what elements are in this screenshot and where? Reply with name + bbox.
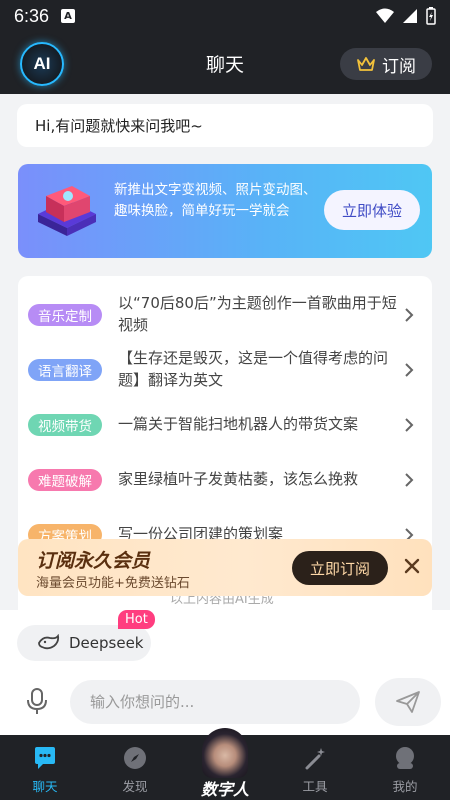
message-input[interactable] (70, 680, 360, 724)
prompt-text: 【生存还是毁灭，这是一个值得考虑的问题】翻译为英文 (118, 349, 389, 389)
wifi-icon (376, 8, 394, 23)
list-item[interactable]: 难题破解 家里绿植叶子发黄枯萎，该怎么挽救 (18, 453, 432, 508)
subscribe-button[interactable]: 订阅 (340, 48, 432, 80)
crown-icon (357, 57, 375, 71)
send-button[interactable] (375, 678, 441, 726)
chevron-right-icon (405, 473, 414, 487)
page-title: 聊天 (205, 53, 244, 76)
list-item[interactable]: 音乐定制 以“70后80后”为主题创作一首歌曲用于短视频 (18, 288, 432, 343)
membership-promo[interactable]: 订阅永久会员 海量会员功能+免费送钻石 立即订阅 (18, 539, 432, 596)
ai-logo[interactable]: AI (20, 42, 64, 86)
battery-icon (426, 7, 436, 25)
subscribe-label: 订阅 (382, 56, 416, 77)
list-item[interactable]: 语言翻译 【生存还是毁灭，这是一个值得考虑的问题】翻译为英文 (18, 343, 432, 398)
digital-human-avatar (202, 728, 248, 778)
prompt-text: 家里绿植叶子发黄枯萎，该怎么挽救 (118, 470, 359, 488)
banner-text: 新推出文字变视频、照片变动图、趣味换脸，简单好玩一学就会 (114, 182, 317, 219)
prompt-text: 以“70后80后”为主题创作一首歌曲用于短视频 (118, 294, 397, 334)
tab-mine[interactable]: 我的 (370, 735, 440, 800)
chevron-right-icon (405, 418, 414, 432)
subscribe-now-button[interactable]: 立即订阅 (292, 551, 388, 585)
tab-tools[interactable]: 工具 (280, 735, 350, 800)
whale-icon (38, 634, 60, 650)
tab-label: 发现 (122, 779, 148, 794)
composer-panel: Deepseek Hot (0, 610, 450, 735)
prompt-tag: 视频带货 (28, 414, 102, 436)
send-icon (396, 691, 420, 713)
profile-icon (396, 747, 414, 769)
prompt-tag: 音乐定制 (28, 304, 102, 326)
tab-label: 数字人 (200, 780, 249, 799)
ai-disclaimer-text: 以上内容由AI生成 (170, 596, 274, 607)
chevron-right-icon (405, 308, 414, 322)
microphone-icon[interactable] (22, 686, 52, 716)
membership-title: 订阅永久会员 (36, 550, 151, 572)
tab-label: 工具 (302, 779, 328, 794)
tab-chat[interactable]: 聊天 (10, 735, 80, 800)
status-icons (376, 7, 436, 25)
model-label: Deepseek (69, 634, 144, 652)
ai-disclaimer: 以上内容由AI生成 (0, 596, 450, 610)
tab-discover[interactable]: 发现 (100, 735, 170, 800)
try-now-button[interactable]: 立即体验 (324, 190, 420, 230)
prompt-tag: 语言翻译 (28, 359, 102, 381)
chat-body: Hi,有问题就快来问我吧~ 新推出文字变视频、照片变动图、趣味换脸，简单好玩一学… (0, 94, 450, 610)
close-icon[interactable] (404, 558, 420, 574)
compass-icon (124, 747, 146, 769)
chevron-right-icon (405, 363, 414, 377)
prompt-text: 一篇关于智能扫地机器人的带货文案 (118, 415, 359, 433)
signal-icon (403, 9, 417, 23)
notification-a-icon: A (61, 9, 76, 23)
tab-label: 我的 (392, 779, 418, 794)
app-header: AI 聊天 订阅 (0, 32, 450, 94)
tab-digital-human[interactable]: 数字人 (192, 728, 258, 800)
feature-banner[interactable]: 新推出文字变视频、照片变动图、趣味换脸，简单好玩一学就会 立即体验 (18, 164, 432, 258)
tab-label: 聊天 (32, 779, 58, 794)
model-selector-chip[interactable]: Deepseek (17, 625, 151, 661)
magic-wand-icon (305, 748, 325, 770)
status-bar: 6:36 A (0, 0, 450, 32)
video-box-illustration-icon (38, 186, 96, 236)
chat-bubble-icon (35, 747, 55, 769)
greeting-message: Hi,有问题就快来问我吧~ (17, 104, 433, 147)
hot-badge: Hot (118, 610, 155, 629)
membership-subtitle: 海量会员功能+免费送钻石 (36, 576, 190, 591)
list-item[interactable]: 视频带货 一篇关于智能扫地机器人的带货文案 (18, 398, 432, 453)
prompt-tag: 难题破解 (28, 469, 102, 491)
status-time: 6:36 (14, 5, 50, 26)
